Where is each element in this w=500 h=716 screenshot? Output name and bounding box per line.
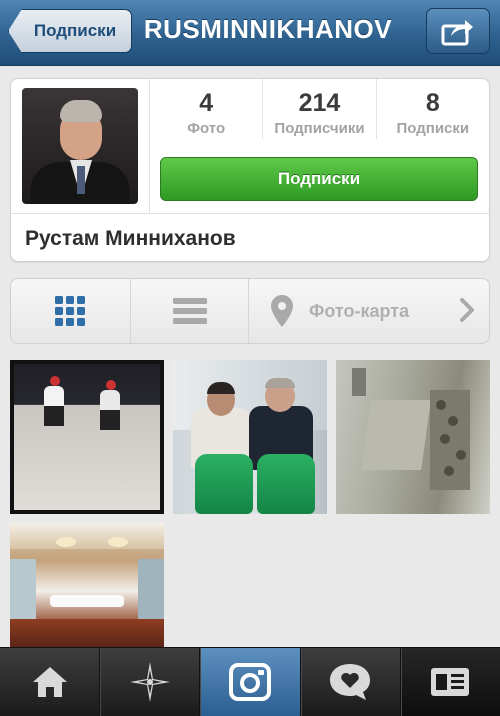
tabbar-explore[interactable]	[99, 648, 199, 716]
follow-button[interactable]: Подписки	[160, 157, 478, 201]
photo-thumbnail[interactable]	[10, 360, 164, 514]
list-icon	[172, 298, 207, 324]
top-nav-bar: Подписки RUSMINNIKHANOV	[0, 0, 500, 66]
avatar	[22, 88, 138, 204]
chevron-right-icon	[460, 298, 474, 322]
profile-username-title: RUSMINNIKHANOV	[143, 14, 393, 44]
share-button[interactable]	[426, 8, 490, 54]
stat-followers-count: 214	[298, 89, 341, 117]
tab-grid-view[interactable]	[11, 279, 129, 343]
stat-photos[interactable]: 4 Фото	[150, 79, 262, 139]
camera-icon	[229, 663, 271, 701]
tabbar-camera[interactable]	[199, 648, 300, 716]
stat-following[interactable]: 8 Подписки	[375, 79, 489, 139]
tabbar-home[interactable]	[0, 648, 99, 716]
grid-icon	[55, 296, 85, 326]
back-button-label: Подписки	[33, 21, 117, 40]
photo-thumbnail[interactable]	[336, 360, 490, 514]
map-pin-icon	[271, 295, 293, 327]
bottom-tab-bar	[0, 647, 500, 716]
profile-card: 4 Фото 214 Подписчики 8 Подписки Подписк…	[10, 78, 490, 262]
stat-following-label: Подписки	[396, 120, 470, 137]
activity-icon	[330, 664, 371, 700]
active-tab-pointer	[58, 344, 78, 354]
stat-followers-label: Подписчики	[274, 120, 365, 137]
photo-thumbnail[interactable]	[173, 360, 327, 514]
tab-photo-map[interactable]: Фото-карта	[248, 279, 489, 343]
profile-full-name: Рустам Минниханов	[25, 227, 236, 250]
view-mode-tabs: Фото-карта	[10, 278, 490, 344]
photo-map-label: Фото-карта	[309, 300, 410, 321]
stat-photos-label: Фото	[187, 120, 226, 137]
share-icon	[441, 20, 473, 46]
news-icon	[431, 668, 470, 696]
explore-icon	[129, 662, 170, 702]
back-button[interactable]: Подписки	[8, 9, 132, 53]
tabbar-news[interactable]	[399, 648, 500, 716]
stat-photos-count: 4	[199, 89, 214, 117]
photo-thumbnail[interactable]	[10, 523, 164, 647]
profile-stats: 4 Фото 214 Подписчики 8 Подписки	[149, 79, 489, 139]
stat-followers[interactable]: 214 Подписчики	[262, 79, 375, 139]
home-icon	[32, 667, 67, 697]
stat-following-count: 8	[425, 89, 440, 117]
tab-list-view[interactable]	[130, 279, 248, 343]
tabbar-activity[interactable]	[299, 648, 400, 716]
